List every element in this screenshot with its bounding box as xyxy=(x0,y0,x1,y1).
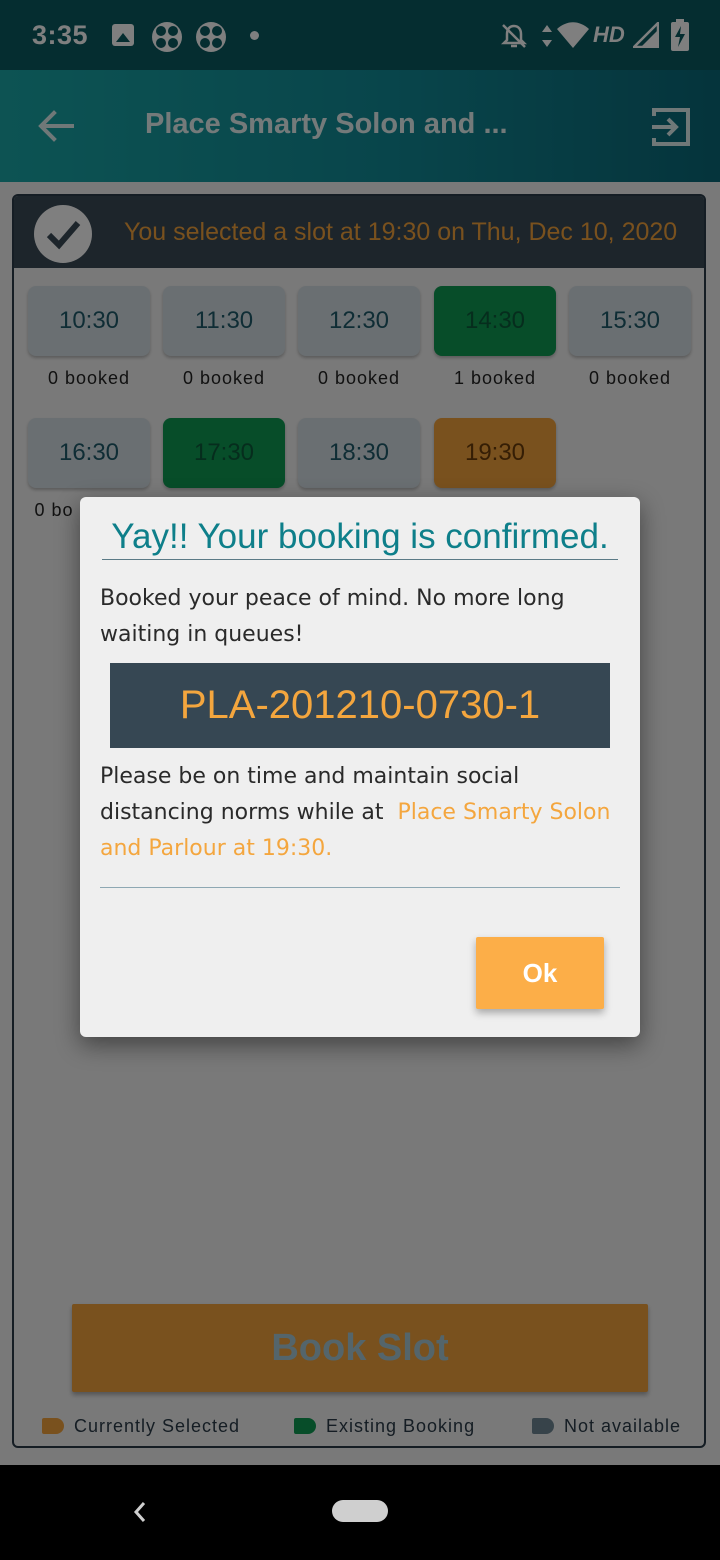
dialog-instruction: Please be on time and maintain social di… xyxy=(100,759,625,867)
nav-back-icon[interactable] xyxy=(128,1495,150,1529)
dialog-title: Yay!! Your booking is confirmed. xyxy=(102,517,618,560)
ok-button[interactable]: Ok xyxy=(476,937,604,1009)
booking-token: PLA-201210-0730-1 xyxy=(110,663,610,748)
divider xyxy=(100,887,620,888)
dialog-message: Booked your peace of mind. No more long … xyxy=(100,586,565,647)
confirmation-dialog: Yay!! Your booking is confirmed. Booked … xyxy=(80,497,640,1037)
nav-home-icon[interactable] xyxy=(332,1500,388,1522)
